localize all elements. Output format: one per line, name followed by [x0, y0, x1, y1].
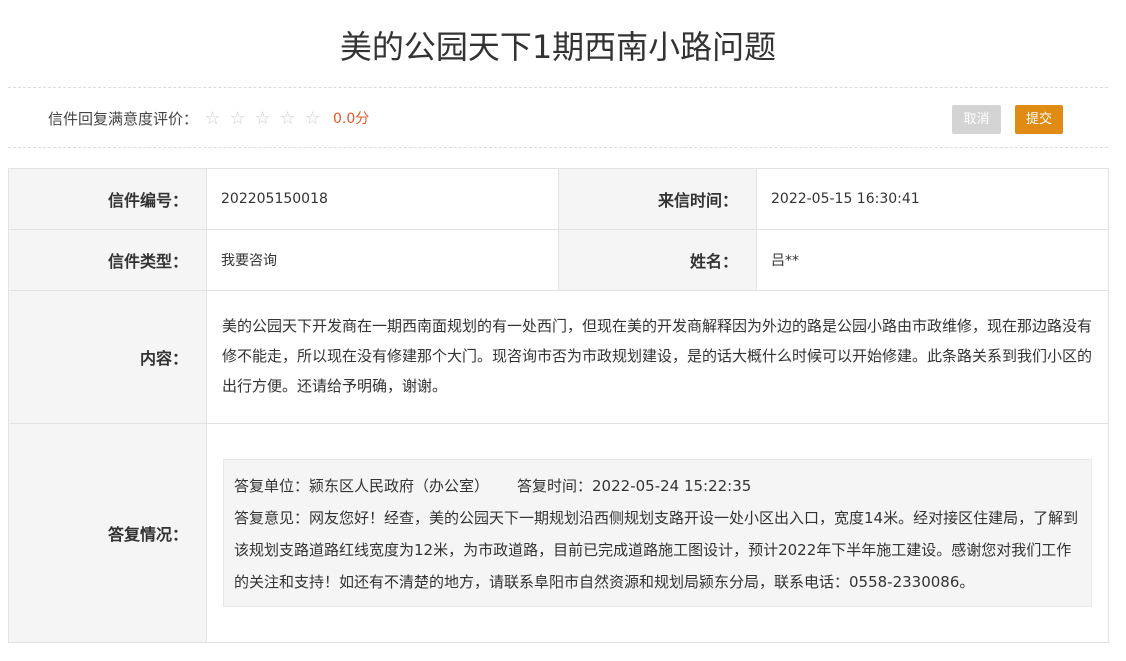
reply-cell: 答复单位：颍东区人民政府（办公室） 答复时间：2022-05-24 15:22:3… — [206, 423, 1109, 643]
sender-name-value: 吕** — [756, 229, 1109, 291]
divider — [8, 147, 1108, 148]
reply-box: 答复单位：颍东区人民政府（办公室） 答复时间：2022-05-24 15:22:3… — [223, 459, 1092, 607]
reply-label: 答复情况： — [8, 423, 207, 643]
letter-type-value: 我要咨询 — [206, 229, 559, 291]
letter-type-label: 信件类型： — [8, 229, 207, 291]
star-icon[interactable]: ☆ — [250, 108, 275, 129]
submit-button[interactable]: 提交 — [1015, 105, 1063, 134]
star-rating[interactable]: ☆ ☆ ☆ ☆ ☆ — [200, 108, 325, 129]
content-cell: 美的公园天下开发商在一期西南面规划的有一处西门，但现在美的开发商解释因为外边的路… — [206, 290, 1109, 424]
star-icon[interactable]: ☆ — [225, 108, 250, 129]
letter-time-label: 来信时间： — [558, 168, 757, 230]
letter-number-value: 202205150018 — [206, 168, 559, 230]
sender-name-label: 姓名： — [558, 229, 757, 291]
divider — [8, 87, 1108, 88]
rating-score: 0.0分 — [333, 111, 370, 127]
letter-number-label: 信件编号： — [8, 168, 207, 230]
content-label: 内容： — [8, 290, 207, 424]
satisfaction-rating: 信件回复满意度评价： ☆ ☆ ☆ ☆ ☆ 0.0分 — [48, 106, 369, 130]
reply-time: 答复时间：2022-05-24 15:22:35 — [517, 477, 752, 495]
table-row: 信件编号： 202205150018 来信时间： 2022-05-15 16:3… — [8, 168, 1109, 230]
reply-unit: 答复单位：颍东区人民政府（办公室） — [234, 477, 490, 495]
page-title: 美的公园天下1期西南小路问题 — [339, 28, 777, 66]
star-icon[interactable]: ☆ — [300, 108, 325, 129]
table-row: 信件类型： 我要咨询 姓名： 吕** — [8, 229, 1109, 291]
reply-opinion: 答复意见：网友您好！经查，美的公园天下一期规划沿西侧规划支路开设一处小区出入口，… — [234, 509, 1079, 591]
cancel-button[interactable]: 取消 — [952, 105, 1001, 134]
content-text: 美的公园天下开发商在一期西南面规划的有一处西门，但现在美的开发商解释因为外边的路… — [222, 317, 1093, 395]
star-icon[interactable]: ☆ — [275, 108, 300, 129]
letter-time-value: 2022-05-15 16:30:41 — [756, 168, 1109, 230]
star-icon[interactable]: ☆ — [200, 108, 225, 129]
reply-meta: 答复单位：颍东区人民政府（办公室） 答复时间：2022-05-24 15:22:3… — [234, 470, 1081, 502]
table-row: 答复情况： 答复单位：颍东区人民政府（办公室） 答复时间：2022-05-24 1… — [8, 423, 1109, 643]
letter-details-table: 信件编号： 202205150018 来信时间： 2022-05-15 16:3… — [8, 168, 1109, 643]
rating-label: 信件回复满意度评价： — [48, 109, 199, 128]
page: 美的公园天下1期西南小路问题 信件回复满意度评价： ☆ ☆ ☆ ☆ ☆ 0.0分… — [0, 0, 1126, 661]
table-row: 内容： 美的公园天下开发商在一期西南面规划的有一处西门，但现在美的开发商解释因为… — [8, 290, 1109, 424]
